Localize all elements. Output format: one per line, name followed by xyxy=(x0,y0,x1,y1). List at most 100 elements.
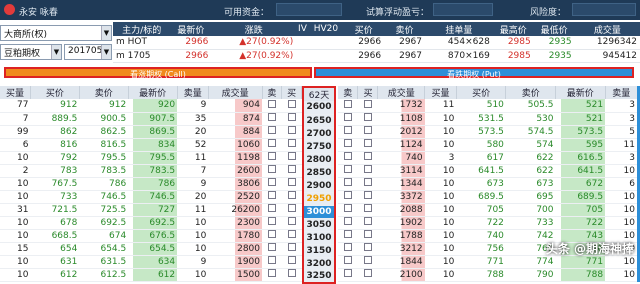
put-row[interactable]: 1902 10 722 733 722 10 xyxy=(338,216,639,230)
checkbox[interactable] xyxy=(343,152,352,160)
checkbox[interactable] xyxy=(343,204,352,212)
checkbox[interactable] xyxy=(287,165,296,173)
quote-row[interactable]: m 1705 2966 ▲27(0.92%) 2966 2967 870×169 2985 2… xyxy=(113,49,640,63)
strike-row[interactable]: 3000 xyxy=(303,205,335,219)
call-checkbox-cell[interactable] xyxy=(262,164,282,178)
checkbox[interactable] xyxy=(287,217,296,225)
put-row[interactable]: 1732 11 510 505.5 521 3 xyxy=(338,99,639,113)
call-checkbox-cell[interactable] xyxy=(281,112,302,126)
strike-price[interactable]: 2600 xyxy=(303,101,335,115)
call-row[interactable]: 2 783 783.5 783.5 7 2600 xyxy=(0,164,302,178)
checkbox[interactable] xyxy=(363,139,372,147)
checkbox[interactable] xyxy=(287,243,296,251)
call-checkbox-cell[interactable] xyxy=(281,268,302,282)
checkbox[interactable] xyxy=(267,204,276,212)
checkbox[interactable] xyxy=(267,178,276,186)
put-checkbox-cell[interactable] xyxy=(338,190,358,204)
put-checkbox-cell[interactable] xyxy=(357,242,378,256)
strike-price[interactable]: 2750 xyxy=(303,140,335,154)
checkbox[interactable] xyxy=(267,113,276,121)
strike-row[interactable]: 2750 xyxy=(303,140,335,154)
checkbox[interactable] xyxy=(343,165,352,173)
call-checkbox-cell[interactable] xyxy=(281,190,302,204)
strike-row[interactable]: 2950 xyxy=(303,192,335,206)
put-checkbox-cell[interactable] xyxy=(338,177,358,191)
put-checkbox-cell[interactable] xyxy=(338,112,358,126)
call-checkbox-cell[interactable] xyxy=(262,177,282,191)
checkbox[interactable] xyxy=(267,126,276,134)
strike-row[interactable]: 3200 xyxy=(303,257,335,271)
call-row[interactable]: 77 912 912 920 9 904 xyxy=(0,99,302,113)
checkbox[interactable] xyxy=(287,99,296,108)
checkbox[interactable] xyxy=(267,165,276,173)
put-row[interactable]: 3114 10 641.5 622 641.5 10 xyxy=(338,164,639,178)
checkbox[interactable] xyxy=(363,256,372,264)
put-row[interactable]: 1124 10 580 574 595 11 xyxy=(338,138,639,152)
call-row[interactable]: 10 767.5 786 786 9 3806 xyxy=(0,177,302,191)
risk-field[interactable] xyxy=(572,3,636,16)
call-checkbox-cell[interactable] xyxy=(281,242,302,256)
funds-field[interactable] xyxy=(276,3,342,16)
checkbox[interactable] xyxy=(267,191,276,199)
strike-price[interactable]: 2800 xyxy=(303,153,335,167)
put-checkbox-cell[interactable] xyxy=(357,255,378,269)
put-checkbox-cell[interactable] xyxy=(357,203,378,217)
checkbox[interactable] xyxy=(343,178,352,186)
checkbox[interactable] xyxy=(343,256,352,264)
checkbox[interactable] xyxy=(363,191,372,199)
checkbox[interactable] xyxy=(287,152,296,160)
checkbox[interactable] xyxy=(343,139,352,147)
strike-row[interactable]: 2700 xyxy=(303,127,335,141)
checkbox[interactable] xyxy=(363,269,372,277)
put-checkbox-cell[interactable] xyxy=(357,164,378,178)
call-bar[interactable]: 看涨期权 (Call) xyxy=(4,67,312,79)
checkbox[interactable] xyxy=(267,256,276,264)
strike-row[interactable]: 2900 xyxy=(303,179,335,193)
strike-price[interactable]: 3100 xyxy=(303,231,335,245)
put-row[interactable]: 2012 10 573.5 574.5 573.5 5 xyxy=(338,125,639,139)
put-checkbox-cell[interactable] xyxy=(357,177,378,191)
strike-price[interactable]: 2700 xyxy=(303,127,335,141)
call-checkbox-cell[interactable] xyxy=(262,190,282,204)
strike-row[interactable]: 2800 xyxy=(303,153,335,167)
call-checkbox-cell[interactable] xyxy=(281,229,302,243)
checkbox[interactable] xyxy=(287,178,296,186)
put-checkbox-cell[interactable] xyxy=(338,255,358,269)
put-checkbox-cell[interactable] xyxy=(357,216,378,230)
call-checkbox-cell[interactable] xyxy=(262,242,282,256)
call-checkbox-cell[interactable] xyxy=(281,125,302,139)
put-checkbox-cell[interactable] xyxy=(357,268,378,282)
call-row[interactable]: 10 678 692.5 692.5 10 2300 xyxy=(0,216,302,230)
put-checkbox-cell[interactable] xyxy=(338,242,358,256)
call-checkbox-cell[interactable] xyxy=(262,112,282,126)
put-checkbox-cell[interactable] xyxy=(338,151,358,165)
put-checkbox-cell[interactable] xyxy=(338,164,358,178)
strike-price[interactable]: 2650 xyxy=(303,114,335,128)
checkbox[interactable] xyxy=(287,191,296,199)
call-checkbox-cell[interactable] xyxy=(262,229,282,243)
strike-row[interactable]: 2850 xyxy=(303,166,335,180)
checkbox[interactable] xyxy=(343,99,352,108)
strike-price[interactable]: 3000 xyxy=(303,205,335,219)
call-row[interactable]: 10 733 746.5 746.5 20 2520 xyxy=(0,190,302,204)
call-checkbox-cell[interactable] xyxy=(281,216,302,230)
call-checkbox-cell[interactable] xyxy=(262,255,282,269)
checkbox[interactable] xyxy=(287,139,296,147)
call-checkbox-cell[interactable] xyxy=(281,151,302,165)
checkbox[interactable] xyxy=(343,126,352,134)
strike-price[interactable]: 2850 xyxy=(303,166,335,180)
put-checkbox-cell[interactable] xyxy=(338,229,358,243)
put-checkbox-cell[interactable] xyxy=(357,190,378,204)
strike-row[interactable]: 3150 xyxy=(303,244,335,258)
put-checkbox-cell[interactable] xyxy=(357,99,378,113)
put-checkbox-cell[interactable] xyxy=(338,99,358,113)
put-row[interactable]: 1108 10 531.5 530 521 3 xyxy=(338,112,639,126)
put-row[interactable]: 2100 10 788 790 788 10 xyxy=(338,268,639,282)
call-row[interactable]: 10 668.5 674 676.5 10 1780 xyxy=(0,229,302,243)
checkbox[interactable] xyxy=(363,152,372,160)
checkbox[interactable] xyxy=(363,126,372,134)
checkbox[interactable] xyxy=(363,99,372,108)
call-checkbox-cell[interactable] xyxy=(262,125,282,139)
checkbox[interactable] xyxy=(343,113,352,121)
put-checkbox-cell[interactable] xyxy=(357,138,378,152)
